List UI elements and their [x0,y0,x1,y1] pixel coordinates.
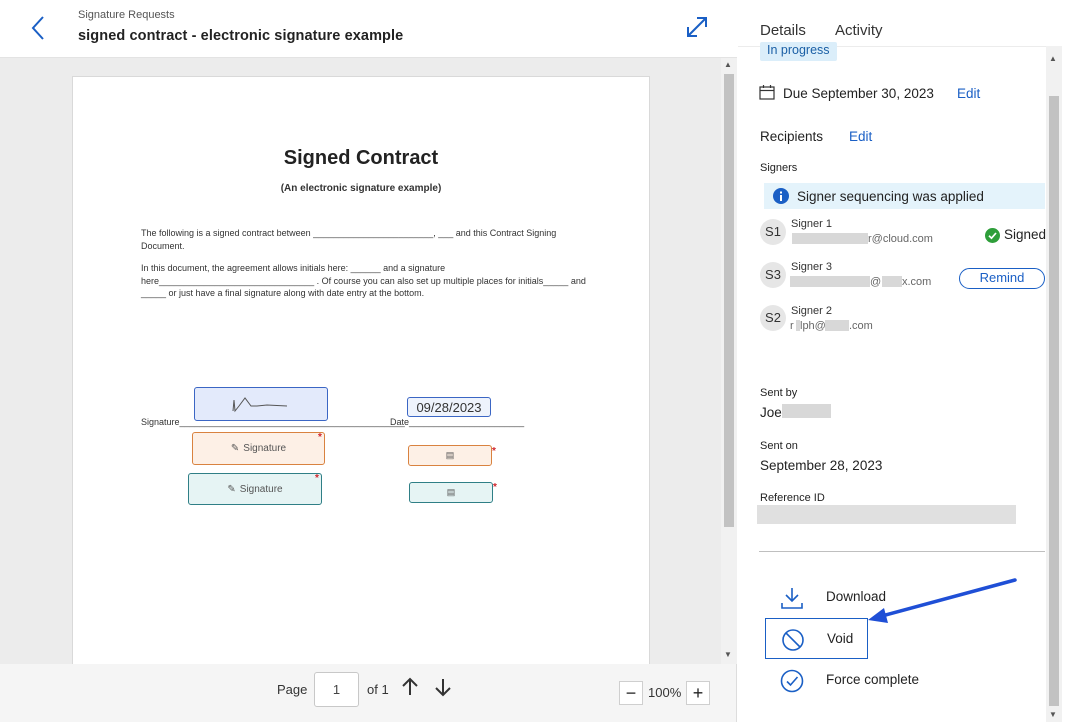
signer-email: x.com [902,276,932,288]
signer-name: Signer 1 [791,218,832,230]
document-paragraph: In this document, the agreement allows i… [141,263,586,298]
void-action[interactable]: Void [765,618,868,659]
avatar: S3 [760,262,786,288]
force-complete-action[interactable]: Force complete [765,660,1035,700]
page-count: of 1 [367,682,389,697]
date-field[interactable]: 09/28/2023 [407,397,491,417]
scroll-down-arrow-icon[interactable]: ▼ [1049,710,1057,719]
avatar: S1 [760,219,786,245]
signer-status: Signed [1004,227,1047,242]
arrow-down-icon[interactable] [431,675,455,699]
avatar: S2 [760,305,786,331]
expand-icon[interactable] [684,14,710,40]
redacted-email [882,276,902,287]
edit-recipients-link[interactable]: Edit [849,129,872,144]
signature-field-label: Signature [239,483,283,495]
status-badge: In progress [760,42,837,61]
check-circle-icon [985,228,1000,243]
redacted-email [792,233,868,244]
document-page: Signed Contract (An electronic signature… [72,76,650,664]
pen-icon: ✎ [227,483,236,495]
date-input-field[interactable]: ▤ [409,482,493,503]
calendar-icon: ▤ [445,450,455,460]
tab-activity[interactable]: Activity [835,22,883,39]
check-circle-icon [779,668,805,694]
annotation-arrow-icon [864,576,1020,626]
void-icon [780,627,806,653]
void-label: Void [827,631,854,646]
signature-field[interactable]: ✎ Signature [188,473,322,505]
panel-scrollbar[interactable]: ▲ ▼ [1046,46,1062,722]
scroll-up-arrow-icon[interactable]: ▲ [724,60,732,69]
redacted-name [782,404,831,418]
signer-email: lph@ [800,320,826,332]
calendar-icon: ▤ [446,487,456,497]
signer-email: .com [849,320,873,332]
zoom-level: 100% [648,685,682,700]
sent-on-label: Sent on [760,440,798,452]
sent-by-label: Sent by [760,387,798,399]
redacted-reference-id [757,505,1016,524]
signature-field-label: Signature [243,443,287,454]
signers-label: Signers [760,162,798,174]
sequencing-info-text: Signer sequencing was applied [797,189,984,204]
scrollbar-thumb[interactable] [1049,96,1059,706]
reference-id-label: Reference ID [760,492,825,504]
signer-name: Signer 3 [791,261,832,273]
force-complete-label: Force complete [826,672,920,687]
recipients-label: Recipients [760,129,824,144]
document-subheading: (An electronic signature example) [280,183,442,194]
scroll-up-arrow-icon[interactable]: ▲ [1049,54,1057,63]
signer-email: @ [870,276,882,288]
document-header: Signature Requests signed contract - ele… [0,0,737,58]
page-navigation-bar: Page 1 of 1 − 100% + [0,664,737,722]
viewer-scrollbar[interactable]: ▲ ▼ [721,58,737,664]
signature-stroke-icon [232,397,288,413]
date-line: Date_______________________ [390,417,525,427]
due-date: Due September 30, 2023 [783,86,934,101]
date-input-field[interactable]: ▤ [408,445,492,466]
required-marker: * [315,473,319,484]
scroll-down-arrow-icon[interactable]: ▼ [724,650,732,659]
sent-on-value: September 28, 2023 [760,458,883,473]
signer-email: r@cloud.com [868,233,933,245]
signature-field[interactable]: ✎ Signature [192,432,325,465]
document-heading: Signed Contract [283,147,439,169]
breadcrumb[interactable]: Signature Requests [78,9,175,21]
divider [759,551,1045,552]
page-number-input[interactable]: 1 [314,672,359,707]
page-label: Page [277,682,308,697]
arrow-up-icon[interactable] [398,675,422,699]
zoom-in-button[interactable]: + [686,681,710,705]
signer-name: Signer 2 [791,305,832,317]
redacted-email [790,276,870,287]
edit-due-date-link[interactable]: Edit [957,86,980,101]
tab-details[interactable]: Details [760,22,806,39]
redacted-email [825,320,849,331]
signature-image-field[interactable] [194,387,328,421]
required-marker: * [318,432,322,443]
signer-email: r [790,320,794,332]
scrollbar-thumb[interactable] [724,74,734,527]
sent-by-value: Joe [760,405,782,420]
zoom-out-button[interactable]: − [619,681,643,705]
back-arrow-icon[interactable] [26,14,54,42]
signature-line: Signature_______________________________… [141,417,405,427]
pen-icon: ✎ [230,443,240,454]
download-icon [779,585,805,611]
calendar-icon [759,84,775,100]
page-title: signed contract - electronic signature e… [78,28,404,44]
remind-button[interactable]: Remind [959,268,1045,289]
info-icon [773,188,789,204]
required-marker: * [493,482,497,493]
document-paragraph: The following is a signed contract betwe… [141,228,557,251]
required-marker: * [492,446,496,457]
document-viewer[interactable]: Signed Contract (An electronic signature… [0,58,737,664]
